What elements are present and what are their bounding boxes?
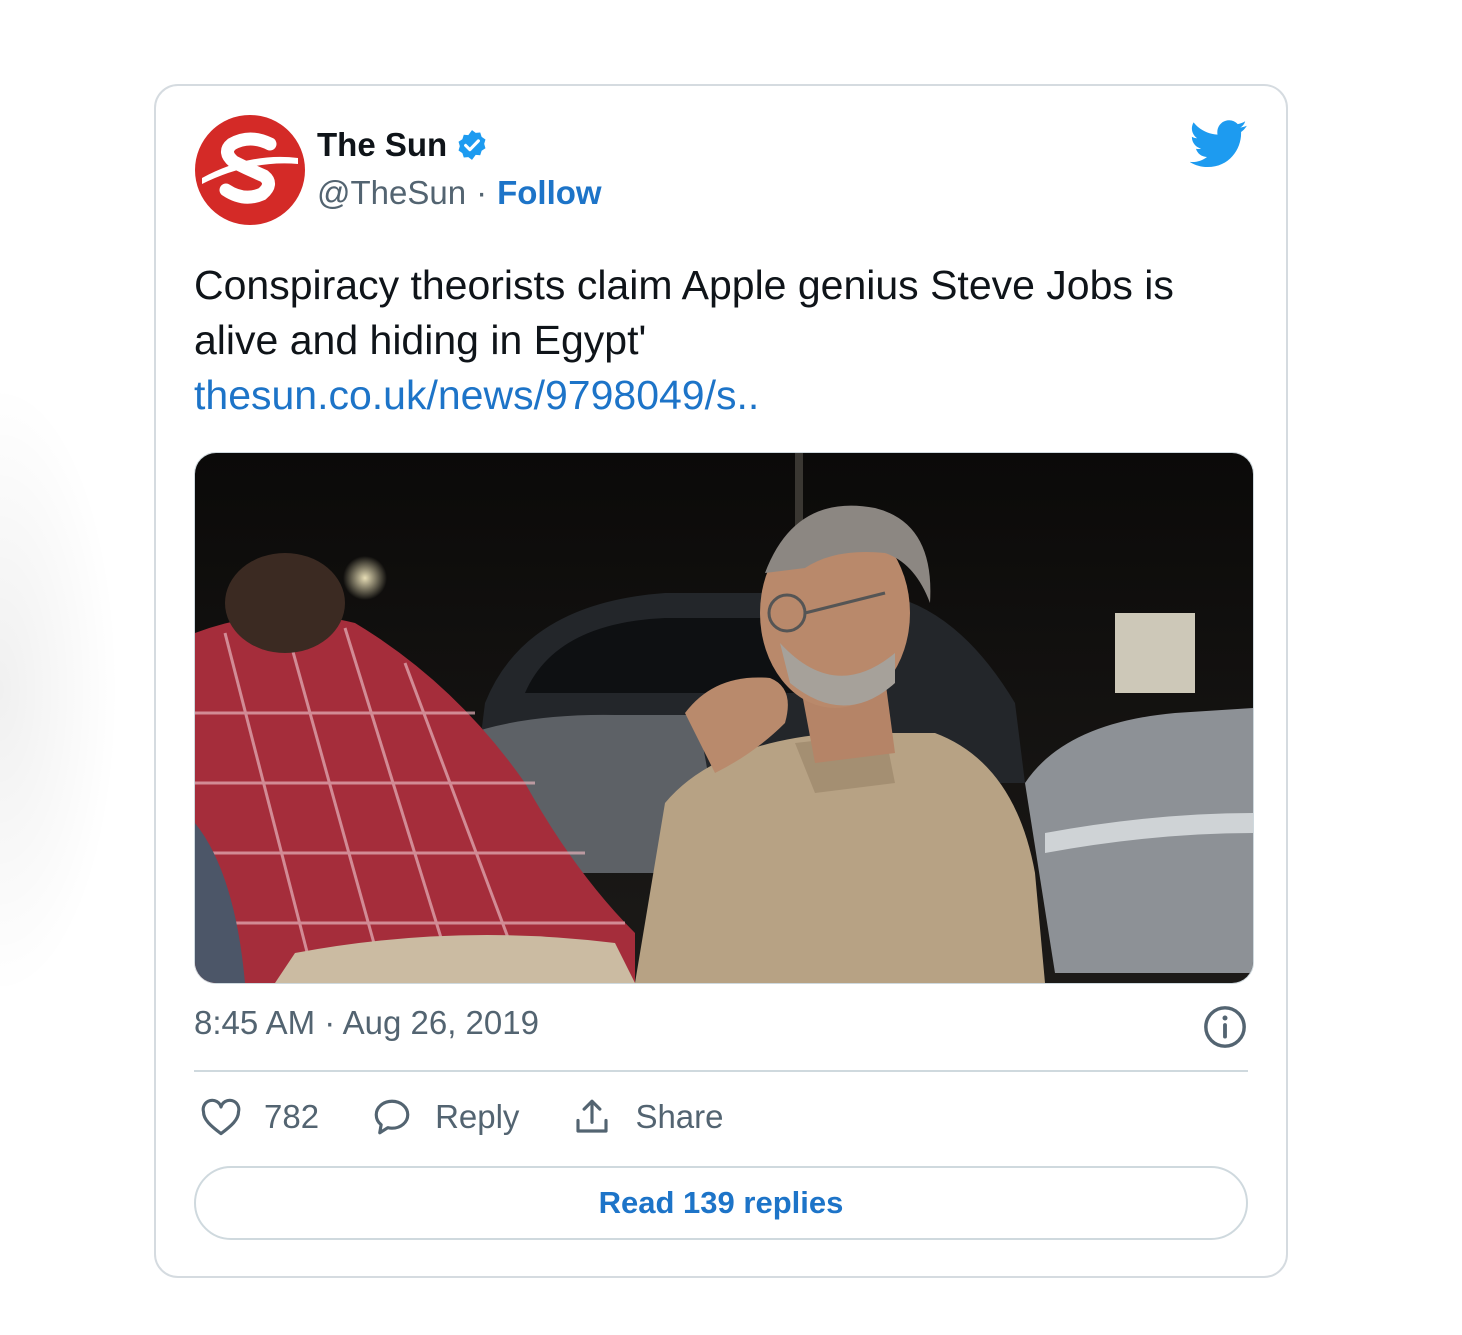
like-button[interactable]: 782 — [200, 1097, 319, 1137]
tweet-actions: 782 Reply Share — [200, 1096, 776, 1138]
author-handle[interactable]: @TheSun — [317, 174, 466, 212]
tweet-text: Conspiracy theorists claim Apple genius … — [194, 262, 1174, 363]
twitter-bird-icon[interactable] — [1190, 120, 1248, 168]
tweet-link[interactable]: thesun.co.uk/news/9798049/s.. — [194, 368, 1264, 423]
author-name[interactable]: The Sun — [317, 126, 447, 164]
tweet-date: Aug 26, 2019 — [342, 1004, 539, 1041]
tweet-photo[interactable] — [194, 452, 1254, 984]
info-icon[interactable] — [1202, 1004, 1248, 1050]
reply-button[interactable]: Reply — [371, 1096, 519, 1138]
heart-icon — [201, 1098, 241, 1136]
handle-separator: · — [476, 174, 488, 211]
like-count: 782 — [264, 1098, 320, 1135]
author-handle-row: @TheSun · Follow — [317, 174, 602, 212]
reply-label: Reply — [435, 1098, 520, 1135]
timestamp-separator: · — [324, 1004, 336, 1041]
follow-button[interactable]: Follow — [497, 174, 601, 212]
author-name-row: The Sun — [317, 126, 489, 164]
share-button[interactable]: Share — [571, 1096, 724, 1138]
tweet-text-block: Conspiracy theorists claim Apple genius … — [194, 258, 1264, 423]
tweet-time: 8:45 AM — [194, 1004, 316, 1041]
verified-badge-icon — [458, 130, 486, 160]
tweet-photo-image — [195, 453, 1253, 983]
reply-bubble-icon — [374, 1099, 410, 1135]
tweet-timestamp[interactable]: 8:45 AM · Aug 26, 2019 — [194, 1004, 539, 1042]
read-replies-button[interactable]: Read 139 replies — [194, 1166, 1248, 1240]
divider — [194, 1070, 1248, 1072]
background-shade — [0, 380, 120, 1000]
share-icon — [576, 1099, 609, 1133]
share-label: Share — [635, 1098, 724, 1135]
the-sun-logo-avatar[interactable] — [194, 114, 306, 226]
tweet-card: The Sun @TheSun · Follow Conspiracy theo… — [154, 84, 1288, 1278]
